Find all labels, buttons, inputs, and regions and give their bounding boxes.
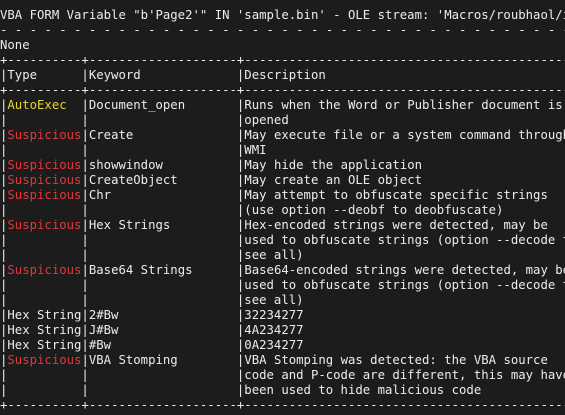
- line-text: |VBA Stomping |VBA Stomping was detected…: [81, 353, 548, 367]
- terminal-line: - - - - - - - - - - - - - - - - - - - - …: [0, 23, 565, 38]
- line-text: +----------+--------------------+-------…: [0, 83, 565, 97]
- terminal-line: | | |code and P-code are different, this…: [0, 368, 565, 383]
- type-suspicious-label: Suspicious: [7, 173, 82, 187]
- terminal-line: +----------+--------------------+-------…: [0, 398, 565, 413]
- terminal-line: +----------+--------------------+-------…: [0, 53, 565, 68]
- type-suspicious-label: Suspicious: [7, 218, 82, 232]
- line-text: | | |code and P-code are different, this…: [0, 368, 565, 382]
- type-suspicious-label: Suspicious: [7, 353, 82, 367]
- terminal-line: VBA FORM Variable "b'Page2'" IN 'sample.…: [0, 8, 565, 23]
- terminal-line: | | |used to obfuscate strings (option -…: [0, 233, 565, 248]
- terminal-line: | | |WMI |: [0, 143, 565, 158]
- terminal-line: None: [0, 38, 565, 53]
- line-text: +----------+--------------------+-------…: [0, 398, 565, 412]
- line-text: |Create |May execute file or a system co…: [81, 128, 565, 142]
- line-text: |Document_open |Runs when the Word or Pu…: [81, 98, 563, 112]
- line-text: | | |see all) |: [0, 248, 304, 262]
- terminal-line: |Suspicious|Create |May execute file or …: [0, 128, 565, 143]
- terminal-line: |Suspicious|VBA Stomping |VBA Stomping w…: [0, 353, 565, 368]
- line-text: |Type |Keyword |Description |: [0, 68, 326, 82]
- line-text: None: [0, 38, 30, 52]
- terminal-line: |Type |Keyword |Description |: [0, 68, 565, 83]
- terminal-line: |Suspicious|CreateObject |May create an …: [0, 173, 565, 188]
- type-autoexec-label: AutoExec: [7, 98, 67, 112]
- terminal-line: +----------+--------------------+-------…: [0, 83, 565, 98]
- line-text: |CreateObject |May create an OLE object …: [81, 173, 423, 187]
- terminal-line: |AutoExec |Document_open |Runs when the …: [0, 98, 565, 113]
- line-text: |Hex String|#Bw |0A234277 |: [0, 338, 304, 352]
- type-suspicious-label: Suspicious: [7, 188, 82, 202]
- line-text: | | |WMI |: [0, 143, 267, 157]
- type-suspicious-label: Suspicious: [7, 128, 82, 142]
- terminal-line: |Suspicious|Hex Strings |Hex-encoded str…: [0, 218, 565, 233]
- line-text: | | |(use option --deobf to deobfuscate)…: [0, 203, 504, 217]
- terminal-line: |Hex String|J#Bw |4A234277 |: [0, 323, 565, 338]
- type-suspicious-label: Suspicious: [7, 158, 82, 172]
- terminal-line: |Suspicious|Base64 Strings |Base64-encod…: [0, 263, 565, 278]
- terminal-line: | | |been used to hide malicious code |: [0, 383, 565, 398]
- terminal-line: | | |used to obfuscate strings (option -…: [0, 278, 565, 293]
- line-text: |Hex String|2#Bw |32234277 |: [0, 308, 304, 322]
- line-text: | | |used to obfuscate strings (option -…: [0, 233, 565, 247]
- terminal-line: | | |(use option --deobf to deobfuscate)…: [0, 203, 565, 218]
- line-text: | | |see all) |: [0, 293, 304, 307]
- line-text: | | |used to obfuscate strings (option -…: [0, 278, 565, 292]
- line-text: |Hex String|J#Bw |4A234277 |: [0, 323, 304, 337]
- terminal-line: | | |see all) |: [0, 293, 565, 308]
- line-text: |showwindow |May hide the application |: [81, 158, 423, 172]
- terminal-line: | | |see all) |: [0, 248, 565, 263]
- type-suspicious-label: Suspicious: [7, 263, 82, 277]
- line-text: - - - - - - - - - - - - - - - - - - - - …: [0, 23, 565, 37]
- line-text: | | |opened |: [0, 113, 289, 127]
- line-text: +----------+--------------------+-------…: [0, 53, 565, 67]
- line-text: VBA FORM Variable "b'Page2'" IN 'sample.…: [0, 8, 565, 22]
- line-text: |Chr |May attempt to obfuscate specific …: [81, 188, 548, 202]
- line-text: |Base64 Strings |Base64-encoded strings …: [81, 263, 565, 277]
- line-text: |Hex Strings |Hex-encoded strings were d…: [81, 218, 548, 232]
- terminal-line: |Suspicious|Chr |May attempt to obfuscat…: [0, 188, 565, 203]
- terminal-line: |Suspicious|showwindow |May hide the app…: [0, 158, 565, 173]
- terminal-line: |Hex String|2#Bw |32234277 |: [0, 308, 565, 323]
- line-text: | | |been used to hide malicious code |: [0, 383, 482, 397]
- terminal-line: |Hex String|#Bw |0A234277 |: [0, 338, 565, 353]
- terminal-output: VBA FORM Variable "b'Page2'" IN 'sample.…: [0, 0, 565, 415]
- terminal-line: | | |opened |: [0, 113, 565, 128]
